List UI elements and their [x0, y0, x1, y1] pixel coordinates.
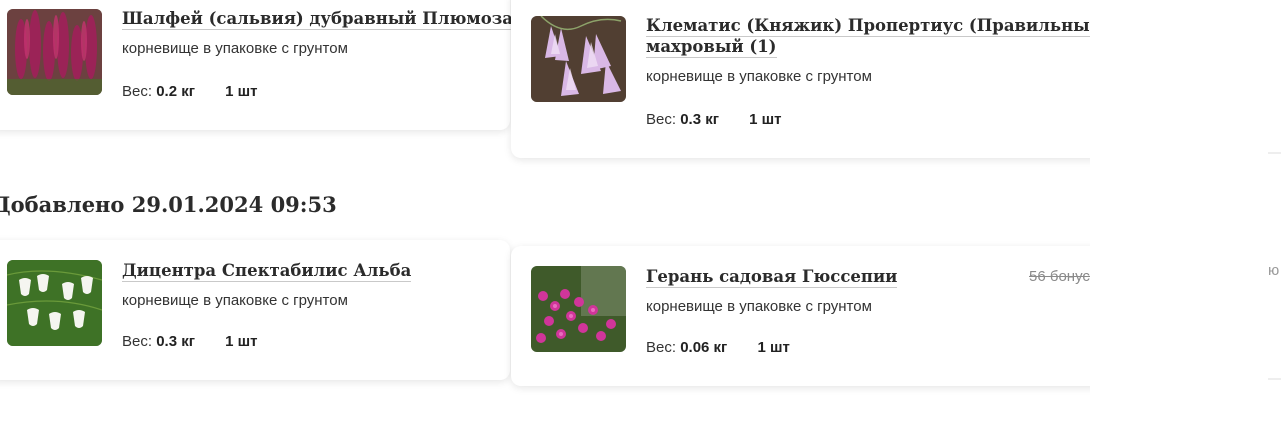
- order-history-page: Шалфей (сальвия) дубравный Плюмоза корне…: [0, 0, 1281, 443]
- weight-value: 0.06 кг: [680, 339, 728, 356]
- product-meta: Вес: 0.06 кг 1 шт: [646, 339, 790, 356]
- product-meta: Вес: 0.3 кг 1 шт: [122, 333, 258, 350]
- product-image[interactable]: [531, 266, 626, 352]
- product-title[interactable]: Шалфей (сальвия) дубравный Плюмоза: [122, 8, 513, 30]
- product-meta: Вес: 0.2 кг 1 шт: [122, 83, 258, 100]
- old-bonus-price: 56 бонусов: [1029, 268, 1090, 285]
- product-title[interactable]: Клематис (Княжик) Пропертиус (Правильный…: [646, 15, 1110, 37]
- product-title-line2[interactable]: махровый (1): [646, 36, 777, 58]
- quantity: 1 шт: [749, 111, 782, 128]
- product-subtitle: корневище в упаковке с грунтом: [646, 298, 872, 315]
- dicentra-photo-icon: [7, 260, 102, 346]
- product-subtitle: корневище в упаковке с грунтом: [122, 40, 348, 57]
- quantity: 1 шт: [225, 333, 258, 350]
- order-item-card: Дицентра Спектабилис Альба корневище в у…: [0, 240, 510, 380]
- product-subtitle: корневище в упаковке с грунтом: [122, 292, 348, 309]
- order-date-heading: Добавлено 29.01.2024 09:53: [0, 192, 337, 217]
- decorative-mark: ”: [672, 0, 677, 9]
- product-image[interactable]: [7, 260, 102, 346]
- weight-label: Вес:: [646, 339, 677, 356]
- divider: [1268, 152, 1281, 154]
- weight-value: 0.2 кг: [156, 83, 195, 100]
- order-item-card: Герань садовая Гюссепии корневище в упак…: [511, 246, 1111, 386]
- order-item-card: Шалфей (сальвия) дубравный Плюмоза корне…: [0, 0, 513, 130]
- right-panel-mask: [1090, 0, 1281, 443]
- weight-value: 0.3 кг: [156, 333, 195, 350]
- weight-label: Вес:: [646, 111, 677, 128]
- clipped-text-edge: ю: [1268, 262, 1280, 279]
- geranium-photo-icon: [531, 266, 626, 352]
- weight-label: Вес:: [122, 333, 153, 350]
- product-image[interactable]: [7, 9, 102, 95]
- product-subtitle: корневище в упаковке с грунтом: [646, 68, 872, 85]
- product-title[interactable]: Дицентра Спектабилис Альба: [122, 260, 412, 282]
- product-title[interactable]: Герань садовая Гюссепии: [646, 266, 898, 288]
- weight-label: Вес:: [122, 83, 153, 100]
- divider: [1268, 378, 1281, 380]
- clematis-photo-icon: [531, 16, 626, 102]
- weight-value: 0.3 кг: [680, 111, 719, 128]
- quantity: 1 шт: [225, 83, 258, 100]
- quantity: 1 шт: [757, 339, 790, 356]
- product-image[interactable]: [531, 16, 626, 102]
- salvia-photo-icon: [7, 9, 102, 95]
- product-meta: Вес: 0.3 кг 1 шт: [646, 111, 782, 128]
- order-item-card: Клематис (Княжик) Пропертиус (Правильный…: [511, 0, 1111, 158]
